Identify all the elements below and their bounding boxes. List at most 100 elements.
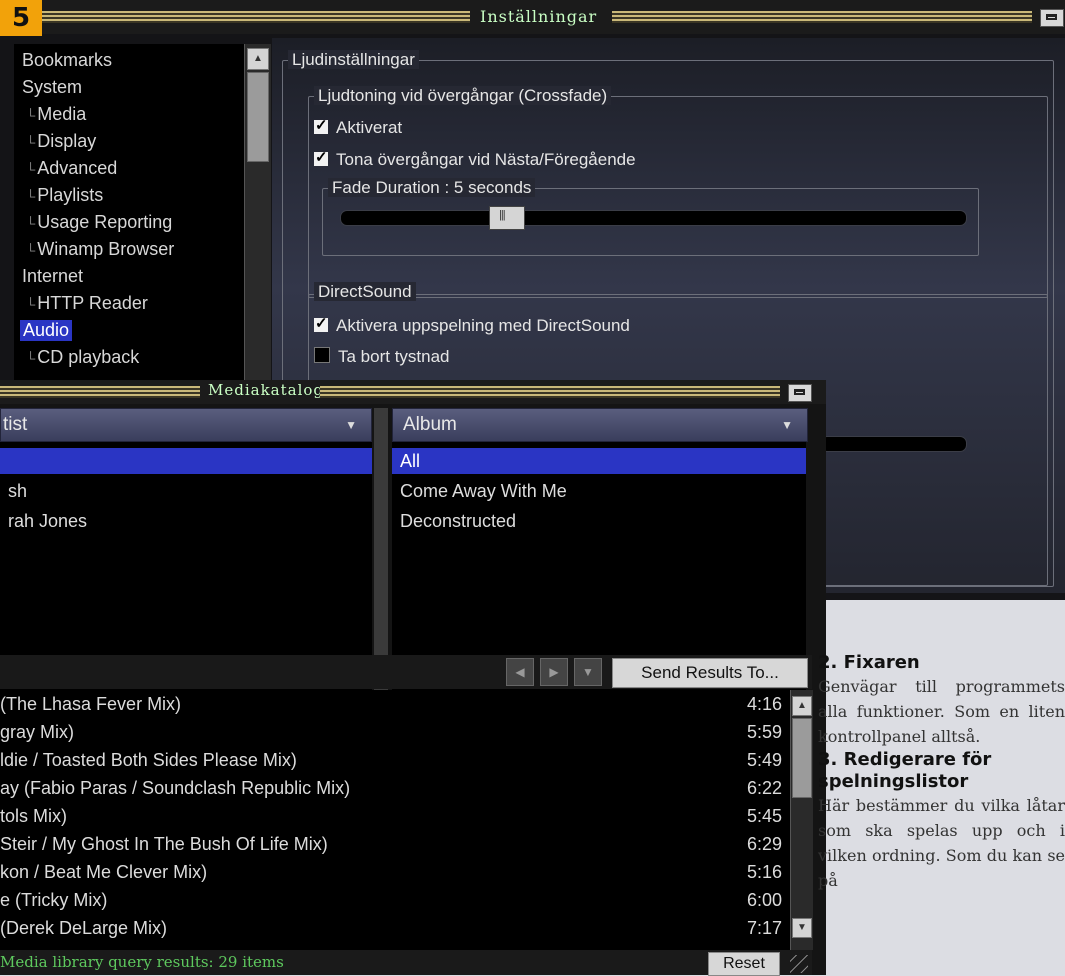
- tree-item[interactable]: Internet: [22, 266, 83, 287]
- checkbox-checked-icon[interactable]: [314, 314, 328, 332]
- window-shade-icon[interactable]: [1040, 9, 1064, 27]
- reset-button[interactable]: Reset: [708, 952, 780, 976]
- paragraph-fixaren: Genvägar till programmets alla funktione…: [818, 677, 1065, 746]
- dropdown-arrow-icon[interactable]: ▼: [781, 409, 793, 441]
- chevron-down-icon[interactable]: ▼: [574, 658, 602, 686]
- tree-branch-icon: └: [26, 162, 36, 177]
- titlebar-stripes: [40, 11, 470, 23]
- tree-item-row[interactable]: └ Advanced: [26, 158, 117, 179]
- scroll-thumb[interactable]: [792, 718, 812, 798]
- checkbox-checked-icon[interactable]: [314, 148, 328, 166]
- scroll-up-icon[interactable]: ▲: [247, 48, 269, 70]
- table-row[interactable]: kon / Beat Me Clever Mix) 5:16: [0, 858, 790, 886]
- tree-item[interactable]: Bookmarks: [22, 50, 112, 71]
- resize-grip-icon[interactable]: [790, 955, 808, 973]
- track-title: gray Mix): [0, 722, 75, 742]
- tree-item-row[interactable]: └ Playlists: [26, 185, 103, 206]
- tree-item[interactable]: Usage Reporting: [37, 212, 172, 232]
- tree-item-row[interactable]: └ Winamp Browser: [26, 239, 174, 260]
- tree-item[interactable]: HTTP Reader: [37, 293, 148, 313]
- list-item[interactable]: Come Away With Me: [392, 478, 806, 504]
- artist-header-label: tist: [3, 414, 28, 435]
- tree-item-row[interactable]: └ HTTP Reader: [26, 293, 148, 314]
- scroll-down-icon[interactable]: ▼: [792, 918, 812, 938]
- tona-overgangar-checkbox[interactable]: Tona övergångar vid Nästa/Föregående: [314, 148, 636, 170]
- track-duration: 5:45: [746, 806, 782, 826]
- directsound-checkbox[interactable]: Aktivera uppspelning med DirectSound: [314, 314, 630, 336]
- table-row[interactable]: tols Mix) 5:45: [0, 802, 790, 830]
- tree-item[interactable]: System: [22, 77, 82, 98]
- tree-item[interactable]: Advanced: [37, 158, 117, 178]
- tree-scrollbar[interactable]: ▲: [244, 44, 271, 384]
- tree-item[interactable]: Winamp Browser: [37, 239, 174, 259]
- tree-item[interactable]: Playlists: [37, 185, 103, 205]
- settings-tree: Bookmarks System └ Media └ Display └ Advanced └ P…: [14, 44, 271, 384]
- table-row[interactable]: e (Tricky Mix) 6:00: [0, 886, 790, 914]
- directsound-label: Aktivera uppspelning med DirectSound: [336, 316, 630, 335]
- scroll-up-icon[interactable]: ▲: [792, 696, 812, 716]
- aktiverat-checkbox[interactable]: Aktiverat: [314, 116, 402, 138]
- fade-duration-slider[interactable]: [340, 206, 967, 230]
- tree-item-row[interactable]: └ Media: [26, 104, 86, 125]
- tree-branch-icon: └: [26, 351, 36, 366]
- titlebar-stripes: [612, 11, 1032, 23]
- ta-bort-tystnad-checkbox[interactable]: Ta bort tystnad: [314, 346, 450, 367]
- tree-branch-icon: └: [26, 243, 36, 258]
- artist-column-header[interactable]: tist ▼: [0, 408, 372, 442]
- scroll-thumb[interactable]: [247, 72, 269, 162]
- tree-item[interactable]: Display: [37, 131, 96, 151]
- tree-branch-icon: └: [26, 108, 36, 123]
- table-row[interactable]: Steir / My Ghost In The Bush Of Life Mix…: [0, 830, 790, 858]
- table-row[interactable]: ay (Fabio Paras / Soundclash Republic Mi…: [0, 774, 790, 802]
- track-duration: 6:29: [746, 834, 782, 854]
- dropdown-arrow-icon[interactable]: ▼: [345, 409, 357, 441]
- media-titlebar[interactable]: Mediakatalog: [0, 380, 826, 404]
- album-column-header[interactable]: Album ▼: [392, 408, 808, 442]
- track-title: ldie / Toasted Both Sides Please Mix): [0, 750, 297, 770]
- send-results-button[interactable]: Send Results To...: [612, 658, 808, 688]
- table-row[interactable]: (The Lhasa Fever Mix) 4:16: [0, 690, 790, 718]
- tree-item[interactable]: Media: [37, 104, 86, 124]
- crossfade-title: Ljudtoning vid övergångar (Crossfade): [314, 86, 612, 106]
- tree-item[interactable]: Audio: [20, 320, 73, 341]
- tree-item-row[interactable]: └ Display: [26, 131, 96, 152]
- step-badge: 5: [0, 0, 42, 36]
- tree-item-row[interactable]: └ Usage Reporting: [26, 212, 172, 233]
- tree-item[interactable]: CD playback: [37, 347, 139, 367]
- tona-overgangar-label: Tona övergångar vid Nästa/Föregående: [336, 150, 636, 169]
- directsound-slider[interactable]: [820, 436, 967, 452]
- track-title: Steir / My Ghost In The Bush Of Life Mix…: [0, 834, 328, 854]
- results-toolbar: ◀ ▶ ▼ Send Results To...: [0, 655, 812, 689]
- prev-icon[interactable]: ◀: [506, 658, 534, 686]
- media-title: Mediakatalog: [208, 381, 325, 399]
- track-duration: 7:17: [746, 918, 782, 938]
- directsound-title: DirectSound: [314, 282, 416, 302]
- list-item[interactable]: sh: [0, 478, 372, 504]
- track-duration: 5:49: [746, 750, 782, 770]
- checkbox-checked-icon[interactable]: [314, 116, 328, 134]
- tree-item-row[interactable]: └ CD playback: [26, 347, 139, 368]
- tracks-scrollbar[interactable]: ▲ ▼: [790, 690, 813, 950]
- window-shade-icon[interactable]: [788, 384, 812, 402]
- settings-titlebar[interactable]: Inställningar: [0, 0, 1065, 34]
- track-duration: 5:16: [746, 862, 782, 882]
- status-bar: Media library query results: 29 items Re…: [0, 950, 812, 976]
- table-row[interactable]: gray Mix) 5:59: [0, 718, 790, 746]
- track-duration: 6:00: [746, 890, 782, 910]
- track-title: e (Tricky Mix): [0, 890, 108, 910]
- heading-redigerare: 3. Redigerare för spelningslistor: [818, 749, 992, 792]
- list-item[interactable]: rah Jones: [0, 508, 372, 534]
- slider-knob[interactable]: [489, 206, 525, 230]
- list-item[interactable]: [0, 448, 372, 474]
- table-row[interactable]: ldie / Toasted Both Sides Please Mix) 5:4…: [0, 746, 790, 774]
- track-title: tols Mix): [0, 806, 67, 826]
- list-item[interactable]: All: [392, 448, 806, 474]
- tree-branch-icon: └: [26, 297, 36, 312]
- table-row[interactable]: (Derek DeLarge Mix) 7:17: [0, 914, 790, 942]
- track-duration: 4:16: [746, 694, 782, 714]
- status-text: Media library query results: 29 items: [0, 953, 284, 971]
- checkbox-unchecked-icon[interactable]: [314, 347, 330, 363]
- list-item[interactable]: Deconstructed: [392, 508, 806, 534]
- next-icon[interactable]: ▶: [540, 658, 568, 686]
- track-title: (The Lhasa Fever Mix): [0, 694, 182, 714]
